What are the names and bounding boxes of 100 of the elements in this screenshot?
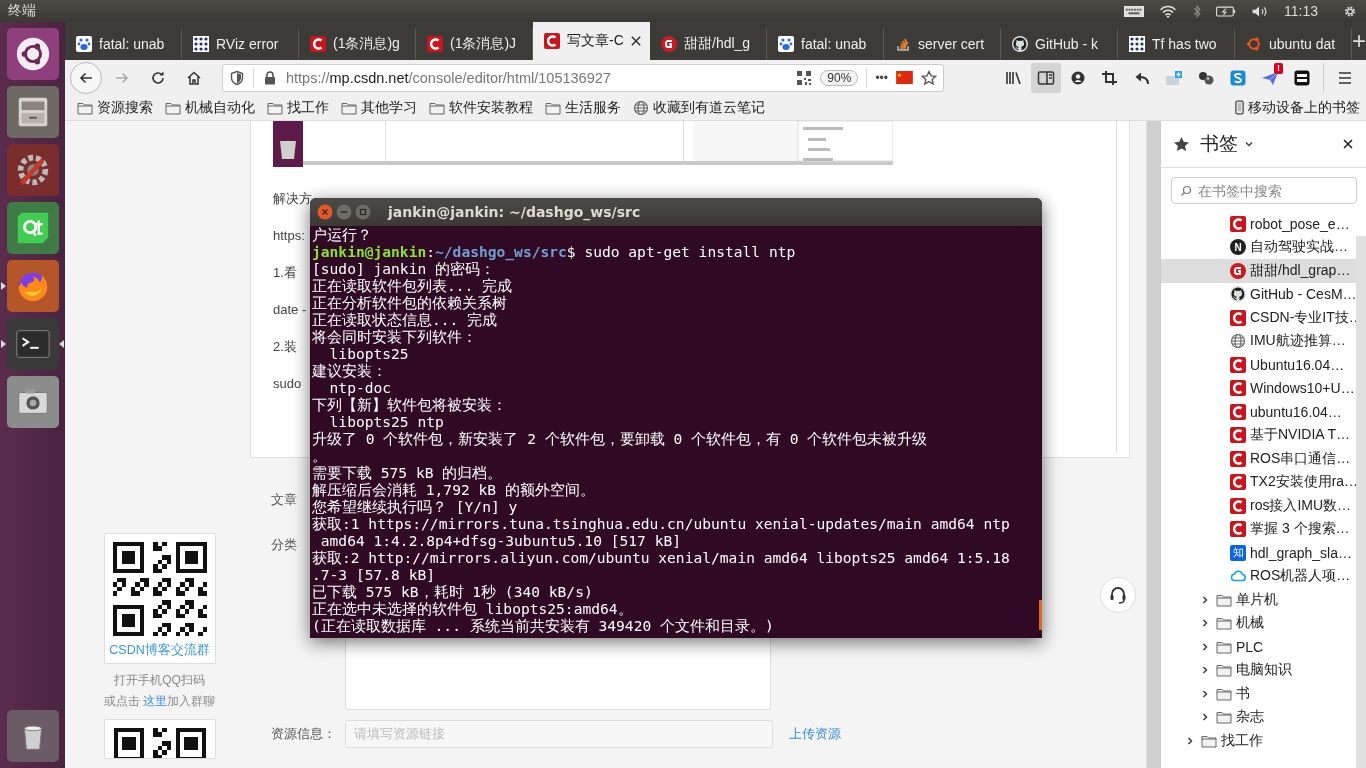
bookmark-folder[interactable]: 机械 [1161,611,1356,635]
bookmark-toolbar-item[interactable]: 生活服务 [545,98,621,117]
bookmark-folder[interactable]: 杂志 [1161,705,1356,729]
scrollbar[interactable] [1146,121,1160,768]
search-icon [1180,185,1192,197]
close-icon[interactable] [1342,138,1354,150]
maximize-icon[interactable] [355,204,371,220]
battery-icon[interactable] [1216,4,1236,18]
resource-input-field[interactable]: 请填写资源链接 [345,720,773,748]
launcher-terminal-button[interactable] [6,318,59,370]
clock[interactable]: 11:13 [1284,3,1318,19]
folder-icon [77,100,93,115]
notification-badge: ! [1274,62,1283,74]
bookmark-folder[interactable]: 电脑知识 [1161,658,1356,682]
new-tab-button[interactable]: + [1352,22,1366,60]
lock-icon[interactable] [262,69,278,86]
paragraph-link[interactable]: https: [273,226,305,246]
bookmark-toolbar-item[interactable]: 软件安装教程 [429,98,533,117]
mobile-bookmarks-item[interactable]: 移动设备上的书签 [1235,98,1360,117]
cat-icon [1012,36,1028,52]
folder-icon [267,100,283,115]
close-icon[interactable] [630,35,642,47]
paragraph-text: date - [273,301,307,319]
category-label: 分类 [271,537,297,554]
bookmark-item[interactable]: ubuntu16.04… [1161,400,1356,424]
launcher-files-button[interactable] [6,86,59,138]
terminal-output-line: 您希望继续执行吗？ [Y/n] y [312,498,519,515]
bookmark-item[interactable]: N 自动驾驶实战… [1161,235,1356,259]
launcher-trash-button[interactable] [6,710,59,762]
terminal-output-line: 正在读取状态信息... 完成 [312,311,499,328]
url-text[interactable]: https://mp.csdn.net/console/editor/html/105136927 [286,69,611,86]
bookmark-toolbar-item[interactable]: 其他学习 [341,98,417,117]
launcher-firefox-button[interactable] [6,260,59,312]
spheres-icon [1197,69,1215,86]
bookmark-item[interactable]: ROS机器人项… [1161,564,1356,588]
cat-icon [1230,286,1246,303]
zoom-level-button[interactable]: 90% [820,69,859,86]
bookmark-item[interactable]: 掌握 3 个搜索… [1161,517,1356,541]
bookmark-folder[interactable]: 单片机 [1161,588,1356,612]
folder-icon [1216,663,1232,678]
bookmark-item[interactable]: 基于NVIDIA T… [1161,423,1356,447]
sidebar-toolbar-button[interactable] [1031,62,1061,93]
browser-tab[interactable]: 写文章-C [533,22,650,60]
terminal-output-line: libopts25 [329,345,410,362]
bookmark-item[interactable]: IMU航迹推算… [1161,329,1356,353]
launcher-camera-button[interactable] [6,376,59,428]
star-icon [1173,135,1190,153]
scrollbar[interactable] [1356,236,1366,768]
folder-icon [165,100,181,115]
bookmark-toolbar-item[interactable]: 机械自动化 [165,98,255,117]
shield-icon[interactable] [229,69,245,86]
summary-field[interactable] [345,635,771,710]
c-logo-icon [1230,521,1246,538]
paw-icon [76,36,92,52]
join-link[interactable]: 这里 [143,694,168,708]
wifi-icon[interactable] [1158,4,1178,18]
bookmark-item[interactable]: ROS串口通信… [1161,447,1356,471]
note-plus-icon [1165,69,1183,86]
qr-code-icon[interactable] [796,69,813,86]
sidebar-title[interactable]: 书签 [1200,131,1238,157]
bookmark-item[interactable]: Windows10+U… [1161,376,1356,400]
bookmark-folder[interactable]: PLC [1161,635,1356,659]
bookmark-item[interactable]: CSDN-专业IT技… [1161,306,1356,330]
menu-icon [1336,69,1354,86]
c-logo-icon [1230,474,1246,491]
bookmark-folder[interactable]: 找工作 [1161,729,1356,753]
star-icon[interactable] [921,69,937,86]
bookmark-toolbar-item[interactable]: 找工作 [267,98,329,117]
bookmark-folder[interactable]: 书 [1161,682,1356,706]
page-actions-button[interactable]: ••• [875,70,888,85]
plane-toolbar-button[interactable]: ! [1255,62,1285,93]
bookmark-toolbar-item[interactable]: 收藏到有道云笔记 [633,98,765,117]
bookmark-item[interactable]: 知 hdl_graph_sla… [1161,541,1356,565]
launcher-dash-button[interactable] [6,28,59,80]
address-bar[interactable]: https://mp.csdn.net/console/editor/html/105136927 90% ••• [222,63,944,92]
bookmark-toolbar-item[interactable]: 资源搜索 [77,98,153,117]
bookmark-item[interactable]: ros接入IMU数… [1161,494,1356,518]
back-button[interactable] [70,61,102,94]
caret-icon[interactable] [1244,139,1254,149]
bookmark-item[interactable]: robot_pose_e… [1161,212,1356,236]
bluetooth-icon[interactable] [1192,3,1202,19]
instruction-text: 打开手机QQ扫码 [114,672,205,689]
c-logo-icon [1230,497,1246,514]
bookmark-item[interactable]: GitHub - CesM… [1161,282,1356,306]
bookmark-item[interactable]: 甜甜/hdl_grap… [1161,259,1356,283]
launcher-settings-button[interactable] [6,144,59,196]
c-logo-icon [1230,356,1246,373]
bookmark-item[interactable]: TX2安装使用ra… [1161,470,1356,494]
terminal-output-line: 户运行？ [312,226,373,243]
terminal-output-line: 需要下载 575 kB 的归档。 [312,464,504,481]
globe-icon [633,99,649,116]
c-logo-icon [1230,380,1246,397]
launcher-qt-button[interactable] [6,202,59,254]
chevron-icon [1200,618,1210,629]
terminal-output-line: 升级了 0 个软件包，新安装了 2 个软件包，要卸载 0 个软件包，有 0 个软件包未被升级 [312,430,929,447]
terminal-output-line: ntp-doc [328,379,393,396]
bookmark-item[interactable]: Ubuntu16.04… [1161,353,1356,377]
keyboard-icon[interactable] [1124,4,1144,18]
search-field[interactable]: 在书签中搜索 [1171,177,1357,204]
help-button[interactable] [1100,577,1136,613]
